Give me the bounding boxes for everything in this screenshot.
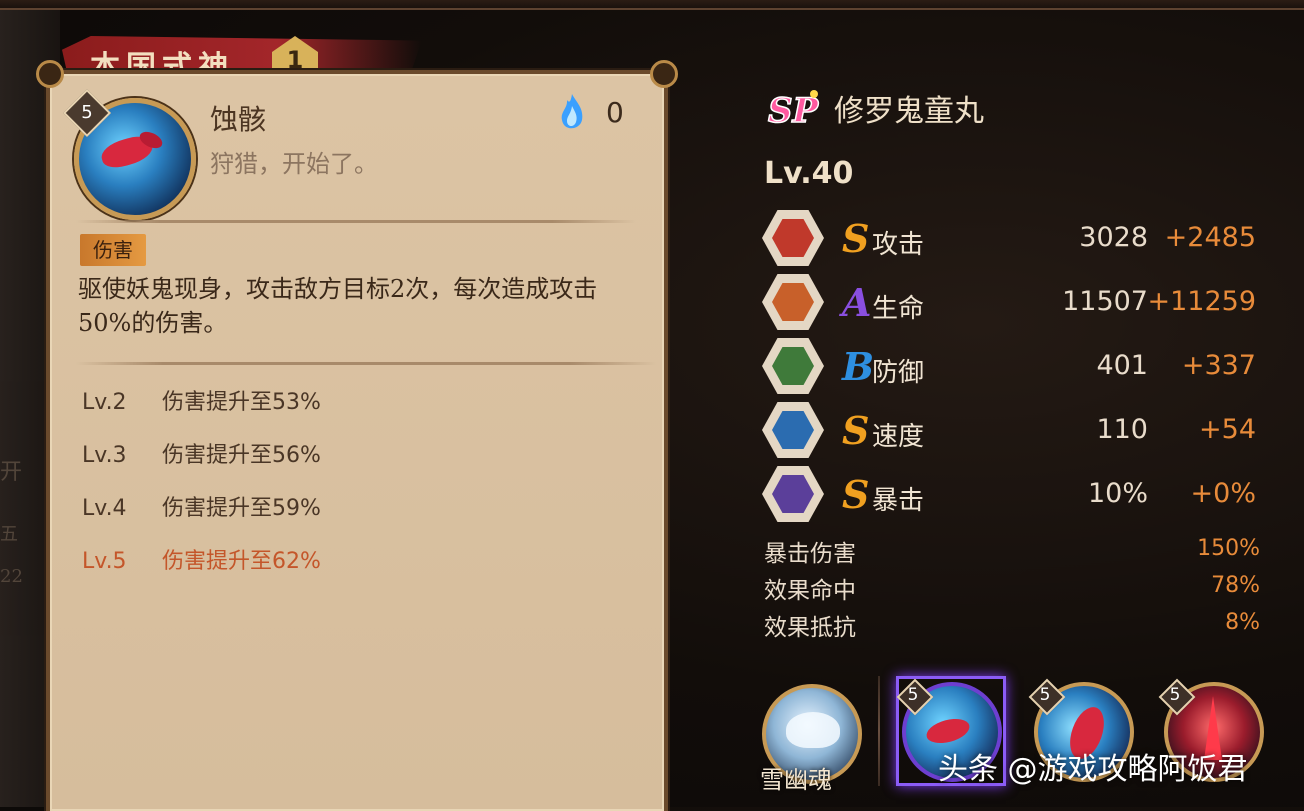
- stat-grade: S: [842, 216, 870, 261]
- stat-row-crit: S 暴击 10% +0%: [762, 466, 1282, 526]
- upgrade-text: 伤害提升至62%: [162, 549, 321, 574]
- stat-row-attack: S 攻击 3028 +2485: [762, 210, 1282, 270]
- extra-stat-row: 效果抵抗 8%: [764, 608, 1260, 642]
- stat-base: 3028: [1079, 222, 1148, 253]
- stat-label: 攻击: [872, 230, 925, 260]
- upgrade-row-current: Lv.5 伤害提升至62%: [82, 543, 321, 575]
- stat-row-hp: A 生命 11507 +11259: [762, 274, 1282, 334]
- shikigami-name: 修罗鬼童丸: [834, 94, 984, 129]
- sp-rarity-icon: SP: [767, 90, 820, 130]
- upgrade-text: 伤害提升至59%: [162, 496, 321, 521]
- stat-bonus: +0%: [1190, 478, 1256, 509]
- background-text: 五: [0, 524, 18, 545]
- background-text: 开: [0, 460, 23, 485]
- skill-type-tag: 伤害: [80, 234, 146, 266]
- upgrade-level: Lv.4: [82, 496, 127, 521]
- stat-grade: B: [842, 344, 875, 389]
- upgrade-row: Lv.4 伤害提升至59%: [82, 490, 321, 522]
- skill-name: 蚀骸: [210, 103, 267, 136]
- stat-label: 防御: [872, 358, 925, 388]
- upgrade-row: Lv.2 伤害提升至53%: [82, 384, 321, 416]
- skill-card: 本国式神 1 5 蚀骸 狩猎，开始了。 0 伤害 驱使妖鬼现身，攻击敌方目标2次…: [36, 36, 678, 811]
- top-bar: [0, 0, 1304, 10]
- skill-description: 驱使妖鬼现身，攻击敌方目标2次，每次造成攻击50%的伤害。: [78, 275, 598, 337]
- extra-stat-row: 效果命中 78%: [764, 571, 1260, 605]
- stat-grade: A: [842, 280, 872, 325]
- corner-ornament: [650, 60, 678, 88]
- extra-stat-value: 78%: [1211, 573, 1260, 598]
- ghost-fire-icon: [561, 94, 583, 129]
- upgrade-text: 伤害提升至53%: [162, 390, 321, 415]
- stat-row-speed: S 速度 110 +54: [762, 402, 1282, 462]
- stat-bonus: +2485: [1164, 222, 1256, 253]
- extra-stat-value: 150%: [1197, 536, 1260, 561]
- watermark: 头条 @游戏攻略阿饭君: [938, 752, 1248, 787]
- shikigami-level: Lv.40: [764, 156, 854, 191]
- stat-bonus: +11259: [1147, 286, 1256, 317]
- upgrade-row: Lv.3 伤害提升至56%: [82, 437, 321, 469]
- extra-stat-label: 效果抵抗: [764, 615, 856, 641]
- separator: [878, 676, 880, 786]
- stat-bonus: +337: [1181, 350, 1256, 381]
- orb-cost: 0: [606, 96, 624, 129]
- skill-level: 5: [1039, 685, 1051, 705]
- stat-base: 110: [1096, 414, 1148, 445]
- extra-stat-row: 暴击伤害 150%: [764, 534, 1260, 568]
- upgrade-level: Lv.5: [82, 549, 127, 574]
- stat-label: 速度: [872, 422, 925, 452]
- stat-label: 暴击: [872, 486, 925, 516]
- skill-level: 5: [1169, 685, 1181, 705]
- skill-card-body: 5 蚀骸 狩猎，开始了。 0 伤害 驱使妖鬼现身，攻击敌方目标2次，每次造成攻击…: [36, 60, 678, 811]
- skill-level: 5: [81, 102, 93, 123]
- divider: [76, 220, 636, 223]
- stat-label: 生命: [872, 294, 925, 324]
- corner-ornament: [36, 60, 64, 88]
- passive-skill-name: 雪幽魂: [760, 766, 832, 794]
- snow-spirit-icon: [786, 712, 840, 748]
- stat-base: 401: [1096, 350, 1148, 381]
- stat-base: 10%: [1087, 478, 1148, 509]
- stat-grade: S: [842, 472, 870, 517]
- skill-quote: 狩猎，开始了。: [210, 150, 378, 178]
- skill-level: 5: [907, 685, 919, 705]
- fish-spirit-icon: [923, 714, 973, 748]
- extra-stat-value: 8%: [1225, 610, 1260, 635]
- stat-row-defense: B 防御 401 +337: [762, 338, 1282, 398]
- stat-base: 11507: [1062, 286, 1148, 317]
- upgrade-level: Lv.3: [82, 443, 127, 468]
- upgrade-text: 伤害提升至56%: [162, 443, 321, 468]
- upgrade-level: Lv.2: [82, 390, 127, 415]
- extra-stat-label: 效果命中: [764, 578, 856, 604]
- stat-bonus: +54: [1199, 414, 1256, 445]
- stat-grade: S: [842, 408, 870, 453]
- background-text: 22: [0, 566, 23, 587]
- divider: [76, 362, 656, 365]
- extra-stat-label: 暴击伤害: [764, 541, 856, 567]
